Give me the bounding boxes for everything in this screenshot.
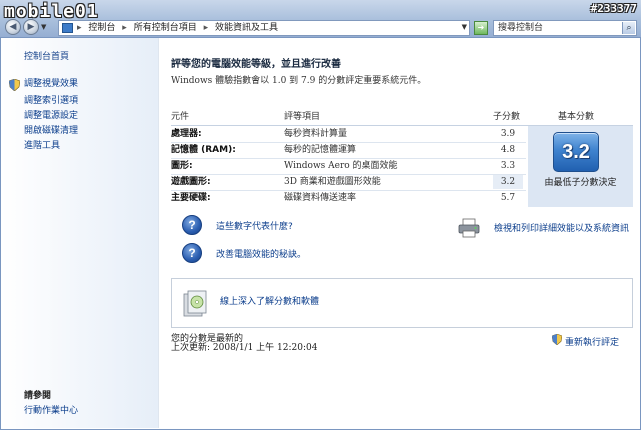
print-details-link[interactable]: 檢視和列印詳細效能以及系統資訊	[494, 221, 629, 234]
row-score-gaming-graphics: 3.2	[500, 177, 516, 187]
search-input[interactable]: 搜尋控制台 ⌕	[493, 20, 637, 36]
row-component-gaming-graphics: 遊戲圖形:	[171, 177, 211, 187]
header-subscore: 子分數	[493, 112, 521, 122]
header-component: 元件	[171, 112, 190, 122]
row-score-ram: 4.8	[500, 145, 516, 155]
watermark-id: #233377	[590, 2, 637, 15]
header-rated: 評等項目	[284, 112, 321, 122]
address-dropdown-icon[interactable]: ▼	[462, 23, 467, 31]
help-link-text[interactable]: 改善電腦效能的秘訣。	[216, 247, 306, 260]
sidebar: 控制台首頁 調整視覺效果 調整索引選項 調整電源設定 開啟磁碟清理 進階工具 請…	[1, 38, 159, 428]
forward-button[interactable]: ▶	[23, 19, 39, 35]
row-score-graphics: 3.3	[500, 161, 516, 171]
base-score-note: 由最低子分數決定	[544, 178, 617, 188]
row-component-ram: 記憶體 (RAM):	[171, 145, 236, 155]
see-also-heading: 請參閱	[24, 391, 52, 401]
row-desc-cpu: 每秒資料計算量	[284, 129, 348, 139]
recent-pages-chevron-icon[interactable]: ▼	[41, 23, 46, 31]
rerun-assessment-link[interactable]: 重新執行評定	[565, 335, 619, 348]
printer-icon	[458, 218, 480, 238]
breadcrumb-item[interactable]: 效能資訊及工具	[215, 23, 278, 33]
page-description: Windows 體驗指數會以 1.0 到 7.9 的分數評定重要系統元件。	[171, 76, 427, 86]
sidebar-item-action-center[interactable]: 行動作業中心	[24, 403, 78, 416]
score-table: 元件 評等項目 子分數 基本分數 處理器: 每秒資料計算量 3.9 記憶體 (R…	[171, 109, 633, 207]
row-score-cpu: 3.9	[500, 129, 516, 139]
sidebar-item-disk-cleanup[interactable]: 開啟磁碟清理	[24, 125, 78, 137]
row-desc-disk: 磁碟資料傳送速率	[284, 193, 357, 203]
uac-shield-icon	[552, 334, 562, 345]
row-component-cpu: 處理器:	[171, 129, 202, 139]
address-field[interactable]: ▸ 控制台 ▸ 所有控制台項目 ▸ 效能資訊及工具 ▼	[58, 20, 470, 36]
row-score-disk: 5.7	[500, 193, 516, 203]
row-component-disk: 主要硬碟:	[171, 193, 211, 203]
header-base-score: 基本分數	[558, 112, 595, 122]
online-learn-link[interactable]: 線上深入了解分數和軟體	[220, 294, 319, 307]
watermark-logo: mobile01	[4, 1, 99, 22]
row-desc-ram: 每秒的記憶體運算	[284, 145, 357, 155]
search-icon[interactable]: ⌕	[622, 22, 635, 34]
sidebar-item-power[interactable]: 調整電源設定	[24, 110, 78, 122]
page-title: 評等您的電腦效能等級，並且進行改善	[171, 59, 341, 70]
base-score-value: 3.2	[562, 141, 590, 163]
breadcrumb-item[interactable]: 所有控制台項目	[134, 23, 197, 33]
row-desc-graphics: Windows Aero 的桌面效能	[284, 161, 398, 171]
control-panel-icon	[62, 23, 73, 33]
breadcrumb-item[interactable]: 控制台	[88, 23, 115, 33]
uac-shield-icon	[9, 79, 20, 91]
address-bar: mobile01 #233377 ◀ ▶ ▼ ▸ 控制台 ▸ 所有控制台項目 ▸…	[0, 0, 641, 38]
sidebar-item-indexing[interactable]: 調整索引選項	[24, 95, 78, 107]
window: 控制台首頁 調整視覺效果 調整索引選項 調整電源設定 開啟磁碟清理 進階工具 請…	[0, 38, 641, 430]
sidebar-item-visual-effects[interactable]: 調整視覺效果	[24, 78, 78, 90]
sidebar-item-advanced-tools[interactable]: 進階工具	[24, 140, 60, 152]
last-updated: 上次更新: 2008/1/1 上午 12:20:04	[171, 343, 318, 353]
breadcrumb: ▸ 控制台 ▸ 所有控制台項目 ▸ 效能資訊及工具	[77, 23, 279, 33]
row-desc-gaming-graphics: 3D 商業和遊戲圖形效能	[284, 177, 381, 187]
search-placeholder: 搜尋控制台	[498, 23, 544, 33]
sidebar-home-link[interactable]: 控制台首頁	[24, 51, 69, 63]
base-score-badge: 3.2	[553, 132, 599, 172]
refresh-button[interactable]: ➜	[474, 21, 488, 35]
help-link-text[interactable]: 這些數字代表什麼?	[216, 219, 293, 232]
help-question-icon: ?	[182, 215, 202, 235]
row-component-graphics: 圖形:	[171, 161, 193, 171]
software-box-icon	[183, 290, 207, 317]
online-learn-box[interactable]: 線上深入了解分數和軟體	[171, 278, 633, 328]
main-content: 評等您的電腦效能等級，並且進行改善 Windows 體驗指數會以 1.0 到 7…	[160, 38, 640, 428]
help-question-icon: ?	[182, 243, 202, 263]
base-score-panel: 3.2 由最低子分數決定	[528, 126, 633, 207]
back-button[interactable]: ◀	[5, 19, 21, 35]
